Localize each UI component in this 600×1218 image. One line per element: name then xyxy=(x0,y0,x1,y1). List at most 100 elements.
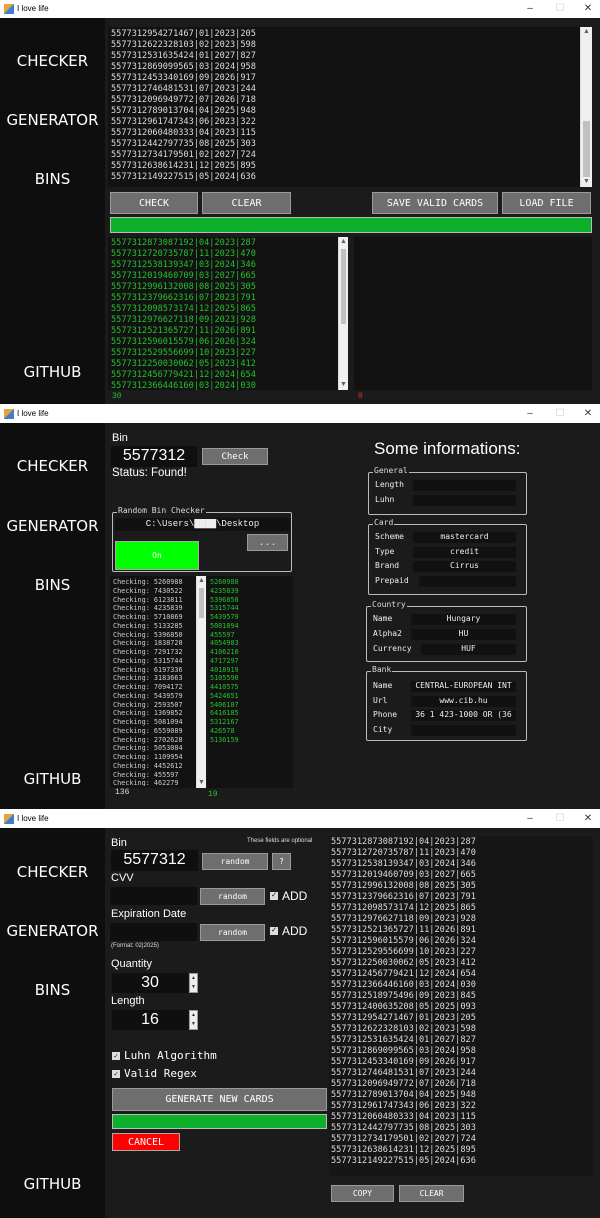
close-icon[interactable]: ✕ xyxy=(578,810,598,828)
quantity-label: Quantity xyxy=(111,958,152,970)
help-button[interactable]: ? xyxy=(272,853,291,870)
generate-button[interactable]: GENERATE NEW CARDS xyxy=(112,1088,327,1111)
nav-checker[interactable]: CHECKER xyxy=(0,52,105,70)
down-arrow-icon[interactable]: ▼ xyxy=(190,983,197,992)
generate-progress-bar xyxy=(112,1114,327,1129)
cancel-button[interactable]: CANCEL xyxy=(112,1133,180,1151)
scroll-up-icon[interactable]: ▲ xyxy=(581,27,592,37)
nav-github[interactable]: GITHUB xyxy=(0,770,105,788)
bank-name-value: CENTRAL-EUROPEAN INT xyxy=(411,681,516,692)
nav-checker[interactable]: CHECKER xyxy=(0,457,105,475)
generator-window: I love life – ☐ ✕ CHECKER GENERATOR BINS… xyxy=(0,810,600,1218)
save-valid-cards-button[interactable]: SAVE VALID CARDS xyxy=(372,192,498,214)
nav-generator[interactable]: GENERATOR xyxy=(0,922,105,940)
copy-button[interactable]: COPY xyxy=(331,1185,394,1202)
nav-bins[interactable]: BINS xyxy=(0,576,105,594)
checkbox-checked-icon[interactable]: ✓ xyxy=(112,1069,120,1078)
random-bin-button[interactable]: random xyxy=(202,853,268,870)
list-item: 5577312734179501|02|2027|724 xyxy=(331,1134,476,1144)
quantity-stepper[interactable]: 30 xyxy=(112,973,188,993)
maximize-icon[interactable]: ☐ xyxy=(550,405,570,423)
length-spinner[interactable]: ▲ ▼ xyxy=(189,1010,198,1030)
list-item: 5577312789013704|04|2025|948 xyxy=(331,1090,476,1100)
nav-bins[interactable]: BINS xyxy=(0,170,105,188)
scroll-down-icon[interactable]: ▼ xyxy=(581,177,592,187)
list-item: 4106210 xyxy=(210,648,239,656)
list-item: 5577312521365727|11|2026|891 xyxy=(331,925,476,935)
country-name-value: Hungary xyxy=(411,614,516,625)
scroll-thumb[interactable] xyxy=(199,588,204,618)
checker-window: I love life – ☐ ✕ CHECKER GENERATOR BINS… xyxy=(0,0,600,404)
load-file-button[interactable]: LOAD FILE xyxy=(502,192,591,214)
invalid-cards-box[interactable] xyxy=(354,237,592,390)
scroll-thumb[interactable] xyxy=(583,121,590,177)
scrollbar[interactable]: ▲ ▼ xyxy=(580,27,592,187)
close-icon[interactable]: ✕ xyxy=(578,0,598,18)
country-group: Country Name Hungary Alpha2 HU Currency HUF xyxy=(366,600,527,662)
check-button[interactable]: CHECK xyxy=(110,192,198,214)
checkbox-checked-icon[interactable]: ✓ xyxy=(112,1051,120,1060)
format-note: (Format: 02|2025) xyxy=(111,943,159,949)
list-item: 5577312869099565|03|2024|958 xyxy=(111,62,256,72)
alpha2-label: Alpha2 xyxy=(373,629,402,638)
scroll-down-icon[interactable]: ▼ xyxy=(197,778,206,788)
close-icon[interactable]: ✕ xyxy=(578,405,598,423)
browse-button[interactable]: ... xyxy=(247,534,288,551)
list-item: 5136159 xyxy=(210,735,239,744)
random-cvv-button[interactable]: random xyxy=(200,888,265,905)
expiration-input[interactable] xyxy=(110,923,197,941)
nav-generator[interactable]: GENERATOR xyxy=(0,517,105,535)
list-item: 5577312250030062|05|2023|412 xyxy=(331,958,476,968)
add-label: ADD xyxy=(282,889,308,903)
nav-checker[interactable]: CHECKER xyxy=(0,863,105,881)
list-item: Checking: 1109954 xyxy=(113,753,183,761)
up-arrow-icon[interactable]: ▲ xyxy=(190,974,197,983)
prepaid-label: Prepaid xyxy=(375,576,409,585)
scroll-down-icon[interactable]: ▼ xyxy=(339,380,348,390)
bin-input[interactable]: 5577312 xyxy=(111,446,197,467)
random-expiration-button[interactable]: random xyxy=(200,924,265,941)
nav-github[interactable]: GITHUB xyxy=(0,363,105,381)
window-title: I love life xyxy=(17,814,49,823)
nav-generator[interactable]: GENERATOR xyxy=(0,111,105,129)
list-item: Checking: 1369852 xyxy=(113,709,183,718)
regex-checkbox[interactable]: ✓ Valid Regex xyxy=(112,1067,197,1080)
list-item: 5577312720735787|11|2023|470 xyxy=(111,249,256,259)
nav-bins[interactable]: BINS xyxy=(0,981,105,999)
type-label: Type xyxy=(375,547,395,556)
quantity-spinner[interactable]: ▲ ▼ xyxy=(189,973,198,993)
list-item: 5577312453340169|09|2026|917 xyxy=(331,1057,476,1067)
list-item: 5577312019460709|03|2027|665 xyxy=(331,870,476,880)
expiration-add-checkbox[interactable]: ✓ ADD xyxy=(270,924,307,938)
bin-input[interactable]: 5577312 xyxy=(111,850,198,871)
list-item: 5577312521365727|11|2026|891 xyxy=(111,326,256,336)
list-item: Checking: 6123811 xyxy=(113,595,183,604)
up-arrow-icon[interactable]: ▲ xyxy=(190,1011,197,1020)
minimize-icon[interactable]: – xyxy=(520,405,540,423)
path-field[interactable]: C:\Users\▇▇▇▇\Desktop xyxy=(115,518,290,531)
cvv-input[interactable] xyxy=(110,887,197,905)
checkbox-checked-icon[interactable]: ✓ xyxy=(270,892,278,900)
list-item: 5577312638614231|12|2025|895 xyxy=(111,161,256,171)
checkbox-checked-icon[interactable]: ✓ xyxy=(270,927,278,935)
scroll-up-icon[interactable]: ▲ xyxy=(339,237,348,247)
scroll-up-icon[interactable]: ▲ xyxy=(197,576,206,586)
down-arrow-icon[interactable]: ▼ xyxy=(190,1020,197,1029)
check-bin-button[interactable]: Check xyxy=(202,448,268,465)
luhn-checkbox[interactable]: ✓ Luhn Algorithm xyxy=(112,1049,217,1062)
clear-button[interactable]: CLEAR xyxy=(202,192,291,214)
scrollbar[interactable]: ▲ ▼ xyxy=(338,237,348,390)
length-stepper[interactable]: 16 xyxy=(112,1010,188,1030)
list-item: Checking: 5396850 xyxy=(113,630,183,639)
nav-github[interactable]: GITHUB xyxy=(0,1175,105,1193)
scrollbar[interactable]: ▲ ▼ xyxy=(196,576,206,788)
list-item: Checking: 4235839 xyxy=(113,604,183,613)
scroll-thumb[interactable] xyxy=(341,249,346,324)
minimize-icon[interactable]: – xyxy=(520,0,540,18)
maximize-icon[interactable]: ☐ xyxy=(550,0,570,18)
minimize-icon[interactable]: – xyxy=(520,810,540,828)
clear-generated-button[interactable]: CLEAR xyxy=(399,1185,464,1202)
on-toggle-button[interactable]: On xyxy=(115,541,199,570)
cvv-add-checkbox[interactable]: ✓ ADD xyxy=(270,889,307,903)
maximize-icon[interactable]: ☐ xyxy=(550,810,570,828)
